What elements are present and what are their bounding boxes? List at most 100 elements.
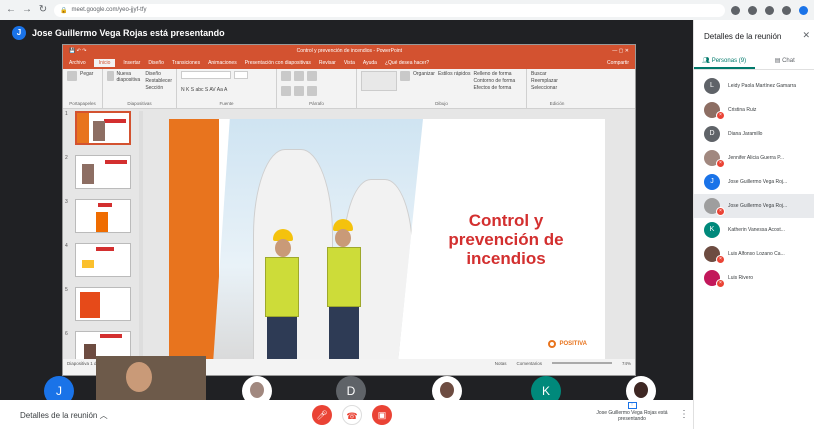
mic-off-icon: × bbox=[716, 111, 725, 120]
tab-chat-label: Chat bbox=[782, 58, 795, 64]
slide-thumbnail[interactable]: 1 bbox=[65, 111, 137, 149]
hang-up-icon[interactable]: ☎︎ bbox=[342, 405, 362, 425]
close-icon[interactable]: ✕ bbox=[802, 30, 810, 41]
participant-row[interactable]: D Diana Jaramillo bbox=[704, 124, 814, 144]
shape-effects-button[interactable]: Efectos de forma bbox=[473, 85, 515, 91]
slide-thumbnail[interactable]: 2 bbox=[65, 155, 137, 193]
participant-name: Diana Jaramillo bbox=[728, 131, 763, 137]
arrange-label[interactable]: Organizar bbox=[413, 71, 435, 77]
participant-name: Jose Guillermo Vega Roj... bbox=[728, 179, 788, 185]
avatar: × bbox=[704, 102, 725, 120]
current-slide[interactable]: Control y prevención de incendios POSITI… bbox=[169, 119, 605, 364]
font-format-buttons[interactable]: N K S abc S AV Aa A bbox=[181, 87, 272, 93]
tab-chat[interactable]: ▤ Chat bbox=[755, 54, 814, 69]
group-name-clipboard: Portapapeles bbox=[69, 101, 96, 106]
participant-row[interactable]: × Luis Rivero bbox=[704, 268, 814, 288]
tab-insertar[interactable]: Insertar bbox=[123, 60, 140, 66]
avatar: J bbox=[704, 174, 720, 190]
slide-thumbnail[interactable]: 5 bbox=[65, 287, 137, 325]
meeting-details-toggle[interactable]: Detalles de la reunión ︿ bbox=[20, 410, 108, 421]
shapes-gallery[interactable] bbox=[361, 71, 397, 91]
slide-thumbnail[interactable]: 4 bbox=[65, 243, 137, 281]
tab-transiciones[interactable]: Transiciones bbox=[172, 60, 200, 66]
avatar: D bbox=[704, 126, 720, 142]
tab-presentacion[interactable]: Presentación con diapositivas bbox=[245, 60, 311, 66]
layout-button[interactable]: Diseño bbox=[145, 71, 172, 77]
slide-thumbnail[interactable]: 3 bbox=[65, 199, 137, 237]
tab-animaciones[interactable]: Animaciones bbox=[208, 60, 237, 66]
tab-people-label: Personas (9) bbox=[711, 58, 747, 64]
participant-row[interactable]: × Jose Guillermo Vega Roj... bbox=[694, 194, 814, 218]
tab-vista[interactable]: Vista bbox=[344, 60, 355, 66]
presenting-indicator[interactable]: ↑ Jose Guillermo Vega Rojas está present… bbox=[590, 402, 674, 422]
new-slide-icon[interactable] bbox=[107, 71, 114, 81]
thumbnails-scrollbar[interactable] bbox=[139, 111, 143, 365]
align-center-icon[interactable] bbox=[294, 86, 304, 96]
arrange-icon[interactable] bbox=[400, 71, 410, 81]
star-icon[interactable] bbox=[748, 5, 757, 15]
tab-diseno[interactable]: Diseño bbox=[148, 60, 164, 66]
presenter-banner-text: Jose Guillermo Vega Rojas está presentan… bbox=[32, 28, 225, 38]
reload-icon[interactable]: ↻ bbox=[38, 5, 48, 15]
replace-button[interactable]: Reemplazar bbox=[531, 78, 583, 84]
participant-row[interactable]: J Jose Guillermo Vega Roj... bbox=[704, 172, 814, 192]
presenting-text: Jose Guillermo Vega Rojas está presentan… bbox=[596, 410, 668, 422]
select-button[interactable]: Seleccionar bbox=[531, 85, 583, 91]
ribbon-group-clipboard: Pegar Portapapeles bbox=[63, 69, 103, 108]
tab-revisar[interactable]: Revisar bbox=[319, 60, 336, 66]
more-options-icon[interactable]: ⋮ bbox=[679, 409, 689, 420]
ppt-window-controls[interactable]: — ▢ ✕ bbox=[612, 48, 629, 54]
forward-icon[interactable]: → bbox=[22, 5, 32, 15]
shape-fill-button[interactable]: Relleno de forma bbox=[473, 71, 515, 77]
ppt-window-title: Control y prevención de incendios - Powe… bbox=[296, 48, 403, 54]
profile-icon[interactable] bbox=[799, 5, 808, 15]
notes-button[interactable]: Notas bbox=[495, 361, 507, 366]
ppt-ribbon: Pegar Portapapeles Nueva diapositiva Dis… bbox=[63, 69, 635, 109]
new-slide-label[interactable]: Nueva diapositiva bbox=[117, 71, 143, 83]
share-button[interactable]: Compartir bbox=[607, 60, 629, 66]
tell-me-box[interactable]: ¿Qué desea hacer? bbox=[385, 60, 429, 66]
ppt-quick-access[interactable]: 💾 ↶ ↷ bbox=[69, 48, 86, 54]
participant-row[interactable]: × Cristina Ruiz bbox=[704, 100, 814, 120]
address-bar[interactable]: 🔒 meet.google.com/yeo-jjyf-tfy bbox=[54, 3, 725, 17]
indent-icon[interactable] bbox=[307, 71, 317, 81]
paste-label[interactable]: Pegar bbox=[80, 71, 93, 77]
participant-name: Jose Guillermo Vega Roj... bbox=[728, 203, 788, 209]
mic-off-icon[interactable]: 🎤︎ bbox=[312, 405, 332, 425]
align-right-icon[interactable] bbox=[307, 86, 317, 96]
chat-icon: ▤ bbox=[774, 58, 783, 64]
puzzle-icon[interactable] bbox=[782, 5, 791, 15]
participant-video-tile[interactable] bbox=[96, 356, 206, 400]
tab-ayuda[interactable]: Ayuda bbox=[363, 60, 377, 66]
bullets-icon[interactable] bbox=[281, 71, 291, 81]
camera-off-icon[interactable]: ▣ bbox=[372, 405, 392, 425]
back-icon[interactable]: ← bbox=[6, 5, 16, 15]
participant-row[interactable]: K Katherin Vanessa Acost... bbox=[704, 220, 814, 240]
participant-name: Cristina Ruiz bbox=[728, 107, 757, 113]
quick-styles-label[interactable]: Estilos rápidos bbox=[438, 71, 471, 77]
tab-inicio[interactable]: Inicio bbox=[93, 59, 116, 67]
reset-button[interactable]: Restablecer bbox=[145, 78, 172, 84]
participant-row[interactable]: L Leidy Paola Martínez Gamarra bbox=[704, 76, 814, 96]
zoom-level[interactable]: 74% bbox=[622, 361, 631, 366]
shape-outline-button[interactable]: Contorno de forma bbox=[473, 78, 515, 84]
positiva-logo: POSITIVA bbox=[548, 340, 587, 348]
comments-button[interactable]: Comentarios bbox=[516, 361, 542, 366]
participant-row[interactable]: × Luis Alfonso Lozano Ca... bbox=[704, 244, 814, 264]
find-button[interactable]: Buscar bbox=[531, 71, 583, 77]
font-size-box[interactable] bbox=[234, 71, 248, 79]
thumb-number: 5 bbox=[65, 287, 68, 293]
zoom-slider[interactable] bbox=[551, 362, 612, 364]
participant-row[interactable]: × Jennifer Alicia Guerra P... bbox=[704, 148, 814, 168]
extension-icon[interactable] bbox=[765, 5, 774, 15]
ribbon-group-editing: Buscar Reemplazar Seleccionar Edición bbox=[527, 69, 587, 108]
section-button[interactable]: Sección bbox=[145, 85, 172, 91]
paste-icon[interactable] bbox=[67, 71, 77, 81]
numbering-icon[interactable] bbox=[294, 71, 304, 81]
tab-people[interactable]: 👥︎ Personas (9) bbox=[694, 54, 755, 69]
align-left-icon[interactable] bbox=[281, 86, 291, 96]
ribbon-group-paragraph: Párrafo bbox=[277, 69, 357, 108]
font-name-box[interactable] bbox=[181, 71, 231, 79]
tab-archivo[interactable]: Archivo bbox=[69, 60, 86, 66]
camera-icon[interactable] bbox=[731, 5, 740, 15]
